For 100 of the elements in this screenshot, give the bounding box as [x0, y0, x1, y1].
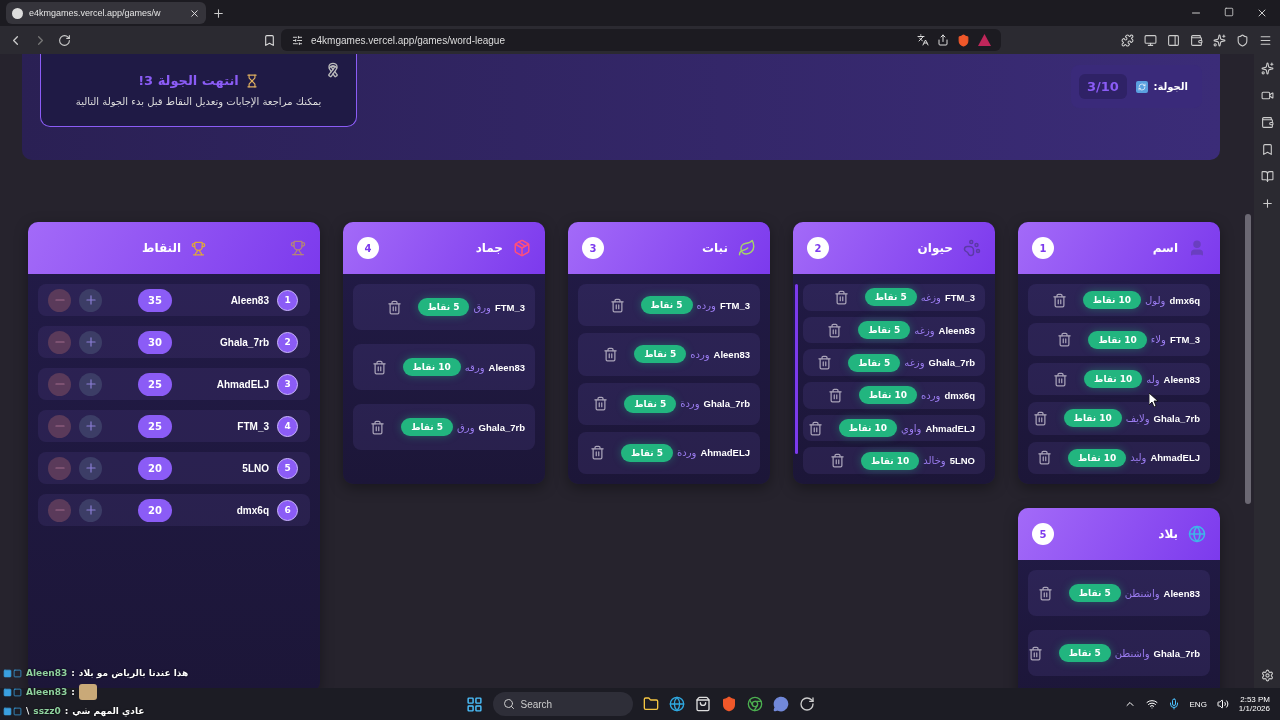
screen-icon[interactable]: [1144, 33, 1157, 47]
answer-word: ولول: [1145, 294, 1166, 306]
translate-icon[interactable]: [917, 34, 929, 46]
delete-button[interactable]: [1057, 332, 1073, 348]
folder-icon[interactable]: [642, 696, 659, 712]
wallet-icon[interactable]: [1260, 116, 1274, 129]
browser-icon[interactable]: [668, 696, 685, 712]
delete-button[interactable]: [1032, 410, 1048, 426]
sparkle-icon[interactable]: [1260, 62, 1274, 75]
player-name: Aleen83: [1163, 373, 1200, 385]
answer-word: ورق: [457, 421, 475, 433]
maximize-icon[interactable]: [1224, 7, 1234, 17]
triangle-icon[interactable]: [978, 34, 991, 46]
delete-button[interactable]: [830, 453, 846, 469]
browser-tab[interactable]: e4kmgames.vercel.app/games/w: [6, 2, 206, 24]
delete-button[interactable]: [1036, 450, 1052, 466]
delete-button[interactable]: [1027, 645, 1043, 661]
answer-word: وردة: [677, 447, 697, 459]
store-icon[interactable]: [694, 696, 711, 712]
sidebar-icon[interactable]: [1167, 33, 1180, 47]
book-icon[interactable]: [1260, 170, 1274, 183]
points-pill: 5 نقاط: [848, 353, 901, 372]
sparkle-icon[interactable]: [1213, 33, 1226, 47]
increase-button[interactable]: [79, 498, 102, 522]
chat-badge-icon: [3, 668, 22, 678]
language-indicator[interactable]: ENG: [1189, 699, 1207, 709]
category-title: اسم: [1152, 241, 1178, 255]
search-field[interactable]: Search: [492, 692, 633, 716]
player-name: Aleen83: [938, 324, 975, 336]
category-title: بلاد: [1158, 527, 1178, 541]
delete-button[interactable]: [807, 420, 823, 436]
chat-message: هذا عندنا بالرياض مو بلاد: [78, 668, 189, 678]
app-icon[interactable]: [798, 696, 815, 712]
delete-button[interactable]: [817, 355, 833, 371]
new-tab-icon[interactable]: [212, 6, 225, 20]
reload-icon[interactable]: [58, 33, 71, 47]
trash-icon: [833, 289, 849, 305]
chat-badge-icon: [3, 687, 22, 697]
points-pill: 10 نقاط: [861, 451, 920, 470]
close-icon[interactable]: [1256, 7, 1268, 19]
player-name: Ghala_7rb: [1153, 647, 1200, 659]
player-name: Aleen83: [1163, 587, 1200, 599]
delete-button[interactable]: [833, 289, 849, 305]
close-icon[interactable]: [189, 7, 200, 19]
start-icon[interactable]: [465, 695, 483, 713]
trash-icon: [830, 453, 846, 469]
bookmark-icon[interactable]: [1260, 143, 1274, 156]
delete-button[interactable]: [603, 346, 619, 362]
ribbon-icon: [325, 62, 341, 78]
shield-icon[interactable]: [1236, 33, 1249, 47]
player-name: dmx6q: [235, 504, 269, 516]
chat-app-icon[interactable]: [772, 696, 789, 712]
increase-button[interactable]: [79, 330, 102, 354]
delete-button[interactable]: [1053, 371, 1069, 387]
increase-button[interactable]: [79, 372, 102, 396]
clock[interactable]: 2:53 PM 1/1/2026: [1238, 695, 1270, 713]
bookmark-icon[interactable]: [263, 33, 276, 47]
increase-button[interactable]: [79, 456, 102, 480]
category-number: 3: [582, 237, 604, 259]
delete-button[interactable]: [827, 387, 843, 403]
trash-icon: [609, 297, 625, 313]
delete-button[interactable]: [609, 297, 625, 313]
settings-icon[interactable]: [1260, 669, 1274, 682]
category-title: جماد: [475, 241, 503, 255]
site-settings-icon[interactable]: [292, 34, 303, 46]
wallet-icon[interactable]: [1190, 33, 1203, 47]
answer-word: واشنطن: [1124, 587, 1160, 599]
menu-icon[interactable]: [1259, 33, 1272, 47]
delete-button[interactable]: [590, 445, 606, 461]
points-pill: 10 نقاط: [1088, 330, 1147, 349]
share-icon[interactable]: [937, 34, 949, 46]
player-name: AhmadELJ: [1150, 452, 1200, 464]
extensions-icon[interactable]: [1121, 33, 1134, 47]
answer-word: ورده: [921, 389, 941, 401]
increase-button[interactable]: [79, 414, 102, 438]
volume-icon[interactable]: [1216, 698, 1229, 710]
microphone-icon[interactable]: [1167, 698, 1180, 710]
delete-button[interactable]: [1051, 292, 1067, 308]
person-icon: [1188, 239, 1206, 257]
points-pill: 5 نقاط: [621, 443, 673, 462]
chrome-icon[interactable]: [746, 696, 763, 712]
delete-button[interactable]: [827, 322, 843, 338]
delete-button[interactable]: [371, 359, 387, 375]
scrollbar-thumb[interactable]: [795, 284, 798, 454]
answer-word: ورق: [473, 301, 491, 313]
delete-button[interactable]: [386, 299, 402, 315]
points-pill: 5 نقاط: [624, 394, 677, 413]
increase-button[interactable]: [79, 288, 102, 312]
video-icon[interactable]: [1260, 89, 1274, 102]
trash-icon: [1037, 585, 1053, 601]
points-pill: 5 نقاط: [864, 288, 917, 307]
delete-button[interactable]: [593, 396, 609, 412]
wifi-icon[interactable]: [1145, 698, 1158, 710]
points-pill: 5 نقاط: [1058, 644, 1111, 662]
delete-button[interactable]: [1037, 585, 1053, 601]
scrollbar-thumb[interactable]: [1245, 214, 1251, 504]
delete-button[interactable]: [370, 419, 386, 435]
chat-user: Aleen83: [26, 687, 68, 697]
mouse-cursor-icon: [1149, 393, 1159, 407]
add-icon[interactable]: [1260, 197, 1274, 210]
